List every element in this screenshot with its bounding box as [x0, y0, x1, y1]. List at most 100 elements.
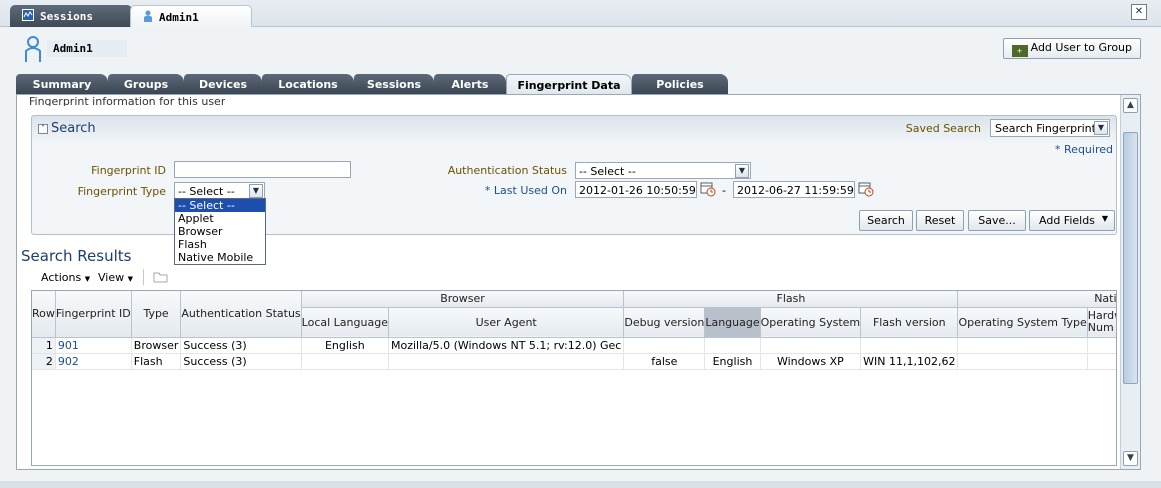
add-user-to-group-button[interactable]: + Add User to Group [1002, 38, 1141, 59]
option-select[interactable]: -- Select -- [175, 199, 265, 212]
chevron-down-icon: ▼ [1094, 121, 1108, 135]
results-table: Row Fingerprint ID Type Authentication S… [31, 290, 1117, 466]
option-applet[interactable]: Applet [175, 212, 265, 225]
chevron-down-icon: ▼ [249, 184, 263, 198]
fingerprint-type-label: Fingerprint Type [77, 185, 166, 198]
results-title: Search Results [21, 247, 132, 265]
results-toolbar: Actions ▼ View ▼ [31, 267, 1117, 287]
cell-auth-status: Success (3) [180, 337, 302, 354]
scroll-thumb[interactable] [1123, 132, 1138, 384]
reset-button[interactable]: Reset [916, 210, 964, 231]
column-header-language[interactable]: Language [704, 307, 761, 338]
fingerprint-type-select[interactable]: -- Select -- ▼ [174, 182, 265, 199]
saved-search-select[interactable]: Search Fingerprints ▼ [990, 119, 1110, 137]
column-header-auth-status[interactable]: Authentication Status [180, 291, 302, 338]
doc-tab-sessions[interactable]: Sessions [10, 5, 132, 27]
cell-user-agent [388, 353, 625, 370]
column-header-debug-version[interactable]: Debug version [623, 307, 706, 338]
tab-sessions[interactable]: Sessions [354, 74, 434, 94]
toolbar-divider [143, 269, 144, 285]
column-header-user-agent[interactable]: User Agent [388, 307, 625, 338]
last-used-to-input[interactable]: 2012-06-27 11:59:59 PM [733, 181, 855, 198]
chevron-down-icon: ▼ [1101, 214, 1108, 223]
date-separator: - [722, 184, 726, 197]
table-row[interactable]: 2 902 Flash Success (3) false English Wi… [32, 353, 1116, 370]
fingerprint-id-link[interactable]: 902 [55, 353, 132, 370]
column-header-hardware-num[interactable]: Hardwa Num [1087, 307, 1116, 338]
save-button[interactable]: Save... [968, 210, 1026, 231]
cell-os: Windows XP [760, 353, 862, 370]
vertical-scrollbar[interactable]: ▲ ▼ [1120, 95, 1140, 469]
column-header-flash-version[interactable]: Flash version [860, 307, 959, 338]
search-disclosure[interactable]: ˅ Search [38, 121, 96, 136]
last-used-label: * Last Used On [484, 184, 567, 197]
auth-status-select[interactable]: -- Select -- ▼ [575, 162, 751, 179]
fingerprint-id-input[interactable] [174, 161, 351, 178]
add-fields-label: Add Fields [1039, 214, 1095, 227]
column-header-fingerprint-id[interactable]: Fingerprint ID [55, 291, 132, 338]
chevron-down-icon: ▼ [127, 275, 133, 283]
cell-os-type [957, 337, 1088, 354]
row-number: 1 [32, 337, 56, 354]
actions-menu[interactable]: Actions ▼ [41, 271, 90, 284]
doc-tab-label: Sessions [40, 10, 93, 23]
tab-summary[interactable]: Summary [16, 74, 108, 94]
saved-search-value: Search Fingerprints [995, 122, 1102, 135]
chevron-down-icon: ▼ [84, 275, 91, 283]
doc-tab-admin1[interactable]: Admin1 [130, 5, 252, 27]
option-native-mobile[interactable]: Native Mobile [175, 251, 265, 264]
cell-debug-version: false [623, 353, 706, 370]
page-title: Admin1 [47, 40, 127, 57]
calendar-icon[interactable] [700, 181, 716, 197]
fingerprint-type-value: -- Select -- [178, 185, 235, 198]
required-note: * Required [1055, 143, 1113, 156]
actions-label: Actions [41, 271, 82, 284]
last-used-from-input[interactable]: 2012-01-26 10:50:59 PM [575, 181, 697, 198]
cell-local-language [301, 353, 389, 370]
sessions-icon [22, 9, 34, 24]
option-flash[interactable]: Flash [175, 238, 265, 251]
cell-os-type [957, 353, 1088, 370]
doc-tab-label: Admin1 [159, 11, 199, 24]
scroll-up-icon[interactable]: ▲ [1123, 98, 1138, 113]
column-header-os-type[interactable]: Operating System Type [957, 307, 1088, 338]
user-icon [143, 10, 153, 25]
cell-user-agent: Mozilla/5.0 (Windows NT 5.1; rv:12.0) Ge… [388, 337, 625, 354]
section-tab-bar: Summary Groups Devices Locations Session… [16, 74, 1141, 94]
fingerprint-type-dropdown-list: -- Select -- Applet Browser Flash Native… [174, 198, 266, 265]
folder-icon[interactable] [153, 270, 169, 286]
tab-fingerprint-data[interactable]: Fingerprint Data [506, 74, 632, 94]
tab-policies[interactable]: Policies [632, 74, 728, 94]
column-header-os[interactable]: Operating System [760, 307, 862, 338]
cell-os [760, 337, 862, 354]
column-header-type[interactable]: Type [131, 291, 182, 338]
column-header-row[interactable]: Row [32, 291, 56, 338]
chevron-down-icon: ▼ [735, 164, 749, 178]
tab-groups[interactable]: Groups [108, 74, 184, 94]
view-menu[interactable]: View ▼ [98, 271, 133, 284]
column-header-local-language[interactable]: Local Language [301, 307, 389, 338]
cell-hardware-num [1087, 353, 1116, 370]
collapse-icon: ˅ [38, 124, 48, 134]
tab-alerts[interactable]: Alerts [434, 74, 506, 94]
add-fields-button[interactable]: Add Fields ▼ [1029, 210, 1115, 231]
cell-debug-version [623, 337, 706, 354]
calendar-icon[interactable] [858, 181, 874, 197]
scroll-down-icon[interactable]: ▼ [1123, 451, 1138, 466]
close-icon[interactable]: ✕ [1131, 4, 1147, 20]
tab-locations[interactable]: Locations [262, 74, 354, 94]
search-button[interactable]: Search [859, 210, 913, 231]
cell-flash-version [860, 337, 959, 354]
fingerprint-id-link[interactable]: 901 [55, 337, 132, 354]
view-label: View [98, 271, 125, 284]
table-row[interactable]: 1 901 Browser Success (3) English Mozill… [32, 337, 1116, 354]
cell-type: Browser [131, 337, 182, 354]
auth-status-value: -- Select -- [579, 165, 636, 178]
fingerprint-id-label: Fingerprint ID [91, 164, 166, 177]
option-browser[interactable]: Browser [175, 225, 265, 238]
group-header-native: Native [957, 291, 1116, 308]
cell-language: English [704, 353, 761, 370]
tab-devices[interactable]: Devices [184, 74, 262, 94]
cell-flash-version: WIN 11,1,102,62 [860, 353, 959, 370]
group-header-browser: Browser [301, 291, 625, 308]
